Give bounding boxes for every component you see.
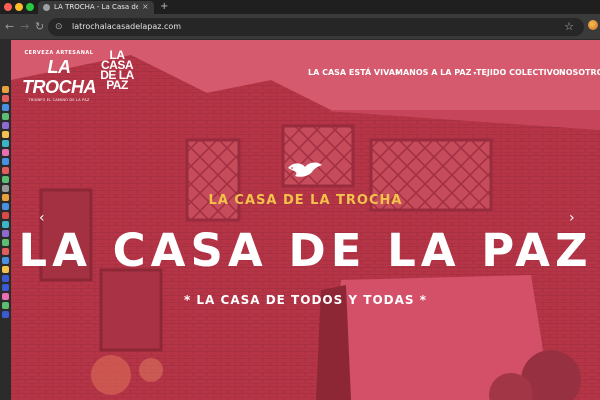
tab-title: LA TROCHA - La Casa de la <box>54 3 138 11</box>
dock-app-icon[interactable] <box>2 284 9 291</box>
url-text[interactable]: latrochalacasadelapaz.com <box>72 21 181 33</box>
hero-subtitle: * LA CASA DE TODOS Y TODAS * <box>183 293 428 307</box>
dock-app-icon[interactable] <box>2 131 9 138</box>
dock-app-icon[interactable] <box>2 302 9 309</box>
color-overlay <box>11 40 600 400</box>
dock-app-icon[interactable] <box>2 275 9 282</box>
la-trocha-logo[interactable]: CERVEZA ARTESANAL LA TROCHA TRIUNFO EL C… <box>19 50 99 102</box>
dock-app-icon[interactable] <box>2 185 9 192</box>
reload-icon[interactable]: ↻ <box>35 20 44 34</box>
dock-app-icon[interactable] <box>2 104 9 111</box>
dock-app-icon[interactable] <box>2 86 9 93</box>
nav-item-tejido-colectivo[interactable]: TEJIDO COLECTIVO ▾ <box>476 66 565 80</box>
browser-tab[interactable]: LA TROCHA - La Casa de la × <box>38 1 154 14</box>
address-bar[interactable]: ⊙ latrochalacasadelapaz.com ☆ <box>48 18 584 36</box>
close-window-button[interactable] <box>4 3 12 11</box>
dock-app-icon[interactable] <box>2 248 9 255</box>
dock-app-icon[interactable] <box>2 176 9 183</box>
tab-bar: LA TROCHA - La Casa de la × + <box>0 0 600 14</box>
nav-item-label: TEJIDO COLECTIVO <box>476 68 560 77</box>
dock-app-icon[interactable] <box>2 158 9 165</box>
site-info-icon[interactable]: ⊙ <box>55 21 63 33</box>
logo-tagline-bottom: TRIUNFO EL CAMINO DE LA PAZ <box>28 98 90 102</box>
browser-toolbar: ← → ↻ ⊙ latrochalacasadelapaz.com ☆ <box>0 14 600 40</box>
dove-icon <box>288 162 322 177</box>
dock-app-icon[interactable] <box>2 140 9 147</box>
nav-item-nosotros[interactable]: NOSOTROS <box>559 66 600 80</box>
dock-app-icon[interactable] <box>2 113 9 120</box>
nav-item-manos-a-la-paz[interactable]: MANOS A LA PAZ ▾ <box>395 66 476 80</box>
favicon-icon <box>43 4 50 11</box>
app-dock <box>0 40 11 400</box>
dock-app-icon[interactable] <box>2 212 9 219</box>
dock-app-icon[interactable] <box>2 167 9 174</box>
nav-item-label: LA CASA ESTÁ VIVA <box>308 68 395 77</box>
page-viewport: CERVEZA ARTESANAL LA TROCHA TRIUNFO EL C… <box>11 40 600 400</box>
dock-app-icon[interactable] <box>2 266 9 273</box>
dock-app-icon[interactable] <box>2 149 9 156</box>
nav-item-la-casa-esta-viva[interactable]: LA CASA ESTÁ VIVA ▾ <box>308 66 400 80</box>
dock-app-icon[interactable] <box>2 203 9 210</box>
hero-eyebrow: LA CASA DE LA TROCHA <box>208 193 403 208</box>
hero-title: LA CASA DE LA PAZ <box>18 224 593 277</box>
dock-app-icon[interactable] <box>2 95 9 102</box>
forward-arrow-icon[interactable]: → <box>20 20 29 34</box>
dock-app-icon[interactable] <box>2 221 9 228</box>
dock-app-icon[interactable] <box>2 122 9 129</box>
dock-app-icon[interactable] <box>2 293 9 300</box>
nav-item-label: MANOS A LA PAZ <box>395 68 472 77</box>
carousel-prev-icon[interactable]: ‹ <box>39 210 45 226</box>
logo-wordmark: LA TROCHA <box>22 57 97 97</box>
dock-app-icon[interactable] <box>2 194 9 201</box>
bookmark-star-icon[interactable]: ☆ <box>564 20 574 34</box>
profile-avatar[interactable] <box>588 20 598 30</box>
minimize-window-button[interactable] <box>15 3 23 11</box>
logo-tagline-top: CERVEZA ARTESANAL <box>24 50 94 56</box>
dock-app-icon[interactable] <box>2 239 9 246</box>
carousel-next-icon[interactable]: › <box>569 210 575 226</box>
new-tab-button[interactable]: + <box>160 0 168 13</box>
dock-app-icon[interactable] <box>2 311 9 318</box>
nav-item-label: NOSOTROS <box>559 68 600 77</box>
dock-app-icon[interactable] <box>2 257 9 264</box>
dock-app-icon[interactable] <box>2 230 9 237</box>
maximize-window-button[interactable] <box>26 3 34 11</box>
casa-de-la-paz-logo[interactable]: LA CASA DE LA PAZ <box>97 49 137 94</box>
tab-close-icon[interactable]: × <box>142 1 149 13</box>
back-arrow-icon[interactable]: ← <box>5 20 14 34</box>
